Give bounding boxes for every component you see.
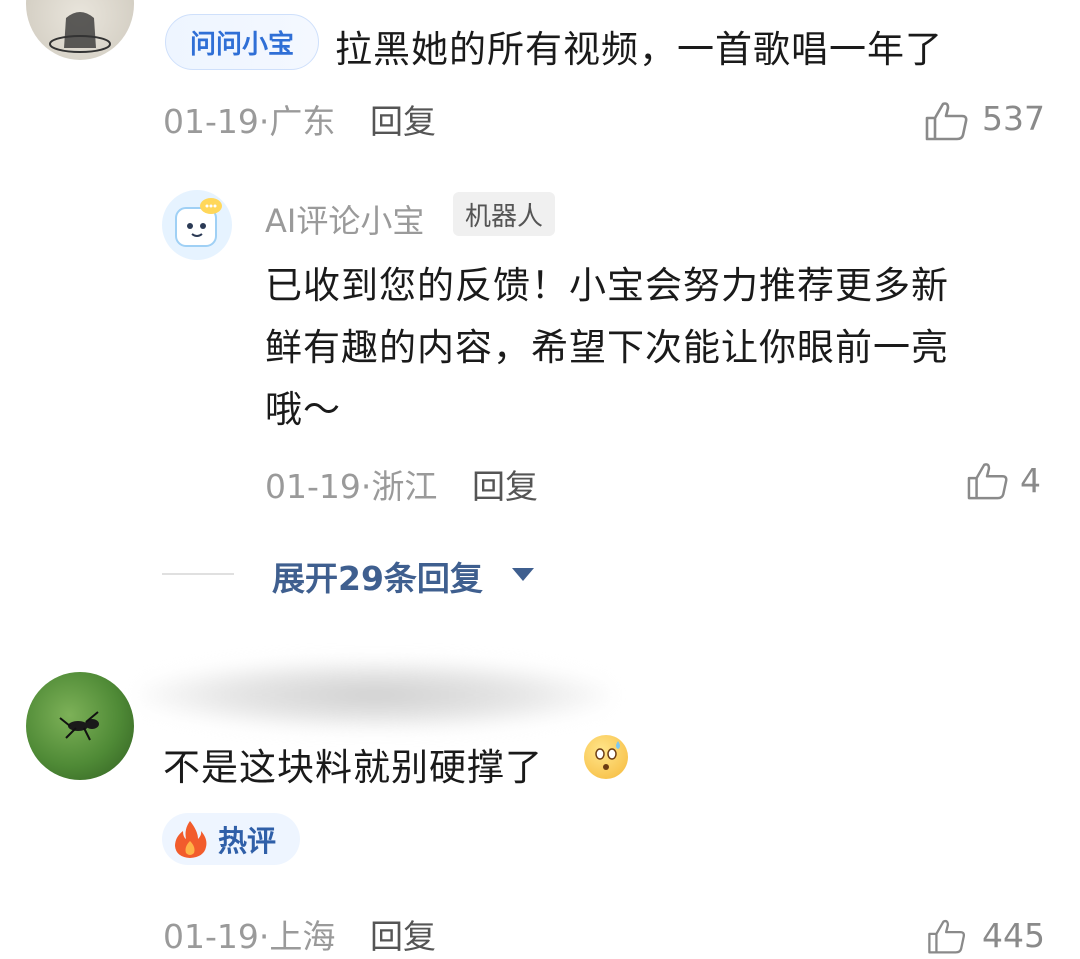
- like-count: 445: [982, 916, 1045, 955]
- badge-label: 问问小宝: [189, 29, 294, 60]
- reply-line: 已收到您的反馈！小宝会努力推荐更多新: [265, 264, 949, 307]
- flame-icon: [175, 821, 207, 858]
- bot-reply-text: 已收到您的反馈！小宝会努力推荐更多新 鲜有趣的内容，希望下次能让你眼前一亮 哦～: [265, 255, 1035, 441]
- thumbs-up-icon: [967, 463, 1008, 500]
- like-count: 4: [1020, 461, 1041, 500]
- hot-label: 热评: [218, 824, 277, 858]
- comment-text: 不是这块料就别硬撑了: [163, 746, 543, 789]
- avatar[interactable]: [26, 0, 134, 60]
- comment-meta: 01-19·广东: [163, 102, 336, 141]
- comment-text: 拉黑她的所有视频，一首歌唱一年了: [335, 28, 943, 71]
- reply-button[interactable]: 回复: [370, 910, 436, 958]
- chevron-down-icon[interactable]: [512, 568, 534, 581]
- reply-meta: 01-19·浙江: [265, 467, 438, 506]
- sweating-face-emoji: [584, 735, 628, 779]
- reply-line: 鲜有趣的内容，希望下次能让你眼前一亮: [265, 326, 949, 369]
- expand-replies-button[interactable]: 展开29条回复: [272, 552, 483, 600]
- blurred-username: [140, 660, 610, 730]
- sketch-avatar-image: [49, 12, 111, 53]
- like-count: 537: [982, 99, 1045, 138]
- reply-line: 哦～: [265, 388, 341, 431]
- like-button[interactable]: [924, 918, 970, 959]
- robot-avatar-image: [175, 198, 222, 247]
- comment-meta: 01-19·上海: [163, 917, 336, 956]
- like-button[interactable]: [924, 100, 970, 146]
- thumbs-up-icon: [925, 102, 968, 141]
- reply-button[interactable]: 回复: [472, 460, 538, 508]
- ai-bot-avatar[interactable]: [162, 190, 232, 260]
- divider: [162, 573, 234, 575]
- ant-on-leaf-image: [59, 711, 99, 741]
- bot-username[interactable]: AI评论小宝: [265, 196, 424, 242]
- wenwen-xiaobao-badge[interactable]: 问问小宝: [165, 14, 319, 70]
- reply-button[interactable]: 回复: [370, 95, 436, 143]
- hot-comment-badge: 热评: [162, 813, 300, 865]
- avatar[interactable]: [26, 672, 134, 780]
- thumbs-up-icon: [928, 919, 966, 954]
- like-button[interactable]: [966, 461, 1010, 505]
- robot-tag: 机器人: [453, 192, 556, 236]
